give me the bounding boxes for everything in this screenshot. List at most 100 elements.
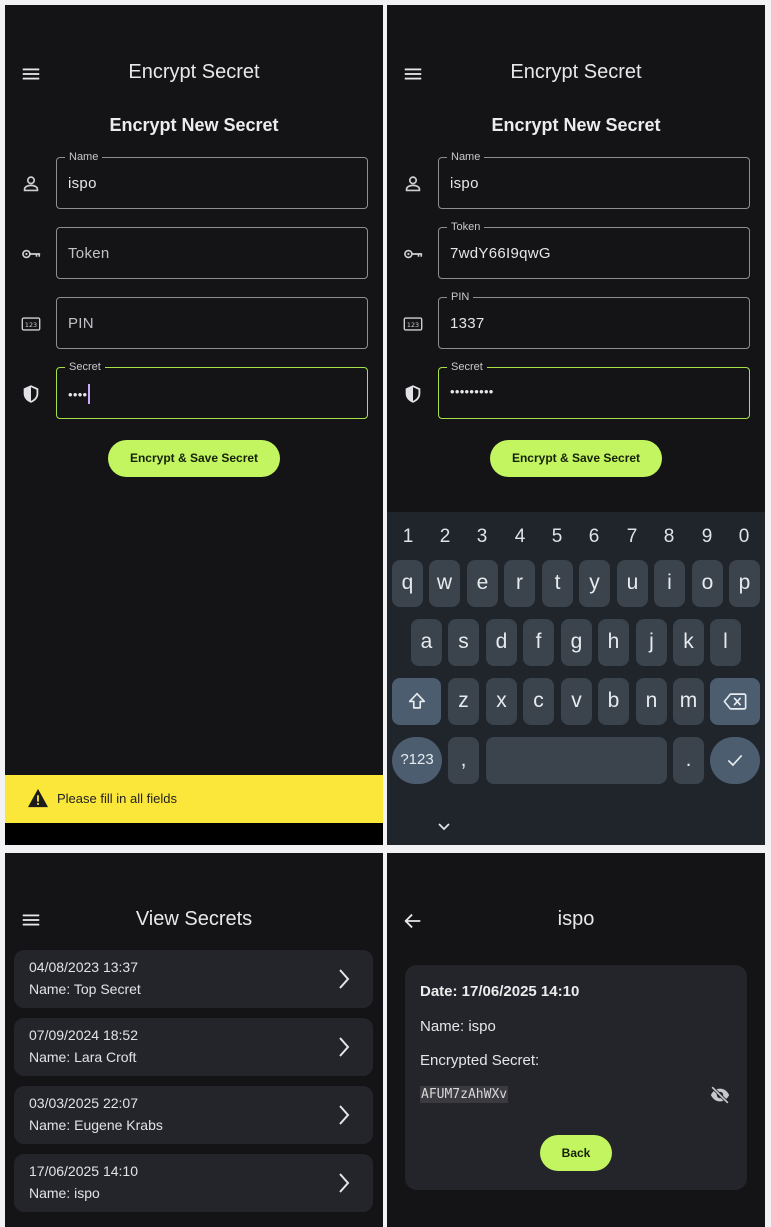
name-field[interactable]: Name ispo [438,149,750,209]
key-b[interactable]: b [598,678,629,725]
space-key[interactable] [486,737,667,784]
key-t[interactable]: t [542,560,573,607]
secret-list-item[interactable]: 04/08/2023 13:37 Name: Top Secret [14,950,373,1008]
key-2[interactable]: 2 [430,526,460,548]
symbols-key[interactable]: ?123 [392,737,442,784]
key-m[interactable]: m [673,678,704,725]
secret-name: Name: Eugene Krabs [29,1117,163,1133]
secret-list-item[interactable]: 07/09/2024 18:52 Name: Lara Croft [14,1018,373,1076]
key-s[interactable]: s [448,619,479,666]
view-secrets-screen: View Secrets 04/08/2023 13:37 Name: Top … [5,853,383,1227]
pin-field[interactable]: PIN 1337 [438,289,750,349]
key-8[interactable]: 8 [654,526,684,548]
key-0[interactable]: 0 [729,526,759,548]
page-title: View Secrets [135,908,253,930]
backspace-key[interactable] [710,678,760,725]
key-g[interactable]: g [561,619,592,666]
secret-detail-screen: ispo Date: 17/06/2025 14:10 Name: ispo E… [387,853,765,1227]
name-field-label: Name [447,149,485,165]
form-heading: Encrypt New Secret [491,115,661,135]
page-title: ispo [557,908,595,930]
key-j[interactable]: j [636,619,667,666]
secret-date: 04/08/2023 13:37 [29,959,138,975]
shift-key[interactable] [392,678,441,725]
key-e[interactable]: e [467,560,498,607]
key-5[interactable]: 5 [542,526,572,548]
encrypt-save-button[interactable]: Encrypt & Save Secret [108,440,280,477]
key-r[interactable]: r [504,560,535,607]
svg-text:123: 123 [407,321,419,329]
key-y[interactable]: y [579,560,610,607]
check-icon [727,754,743,767]
snackbar-message: Please fill in all fields [57,791,177,806]
error-snackbar: Please fill in all fields [5,775,383,823]
chevron-right-icon [339,1105,350,1125]
shield-icon [20,383,42,405]
chevron-right-icon [339,969,350,989]
secret-detail-card: Date: 17/06/2025 14:10 Name: ispo Encryp… [405,965,747,1190]
key-1[interactable]: 1 [393,526,423,548]
token-field[interactable]: Token [56,227,368,279]
secret-date: 17/06/2025 14:10 [29,1163,138,1179]
key-c[interactable]: c [523,678,554,725]
key-a[interactable]: a [411,619,442,666]
secret-list-item[interactable]: 17/06/2025 14:10 Name: ispo [14,1154,373,1212]
key-h[interactable]: h [598,619,629,666]
key-u[interactable]: u [617,560,648,607]
key-l[interactable]: l [710,619,741,666]
key-x[interactable]: x [486,678,517,725]
key-icon [402,243,424,265]
system-nav-bar [5,823,383,845]
text-caret [88,384,91,404]
person-icon [20,173,42,195]
person-icon [402,173,424,195]
pin-field-value: 1337 [450,315,485,332]
detail-name: Name: ispo [420,1018,496,1035]
name-field[interactable]: Name ispo [56,149,368,209]
secret-field[interactable]: Secret •••• [56,359,368,419]
token-field[interactable]: Token 7wdY66I9qwG [438,219,750,279]
key-v[interactable]: v [561,678,592,725]
name-field-value: ispo [450,175,479,192]
secret-field[interactable]: Secret ••••••••• [438,359,750,419]
period-key[interactable]: . [673,737,704,784]
pin-field[interactable]: PIN [56,297,368,349]
encrypt-save-button[interactable]: Encrypt & Save Secret [490,440,662,477]
done-key[interactable] [710,737,760,784]
key-9[interactable]: 9 [692,526,722,548]
key-i[interactable]: i [654,560,685,607]
chevron-right-icon [339,1173,350,1193]
secret-date: 03/03/2025 22:07 [29,1095,138,1111]
back-button[interactable]: Back [540,1135,612,1171]
key-d[interactable]: d [486,619,517,666]
key-w[interactable]: w [429,560,460,607]
soft-keyboard: 1 2 3 4 5 6 7 8 9 0 q w e r t y u i o p … [387,512,765,845]
key-4[interactable]: 4 [505,526,535,548]
form-heading: Encrypt New Secret [109,115,279,135]
secret-name: Name: Top Secret [29,981,141,997]
key-o[interactable]: o [692,560,723,607]
secret-name: Name: Lara Croft [29,1049,137,1065]
detail-date: Date: 17/06/2025 14:10 [420,983,580,1000]
secret-name: Name: ispo [29,1185,100,1201]
token-field-label: Token [447,219,485,235]
key-f[interactable]: f [523,619,554,666]
key-p[interactable]: p [729,560,760,607]
key-n[interactable]: n [636,678,667,725]
key-7[interactable]: 7 [617,526,647,548]
eye-off-icon[interactable] [709,1084,731,1106]
pin-field-label: PIN [447,289,474,305]
shift-icon [408,692,425,709]
secret-list-item[interactable]: 03/03/2025 22:07 Name: Eugene Krabs [14,1086,373,1144]
key-z[interactable]: z [448,678,479,725]
pin-field-placeholder: PIN [68,315,94,332]
comma-key[interactable]: , [448,737,479,784]
key-3[interactable]: 3 [467,526,497,548]
key-icon [20,243,42,265]
key-q[interactable]: q [392,560,423,607]
key-k[interactable]: k [673,619,704,666]
key-6[interactable]: 6 [579,526,609,548]
page-title: Encrypt Secret [510,61,642,83]
secret-field-value: ••••••••• [450,384,494,399]
keyboard-hide-icon[interactable] [437,822,451,832]
